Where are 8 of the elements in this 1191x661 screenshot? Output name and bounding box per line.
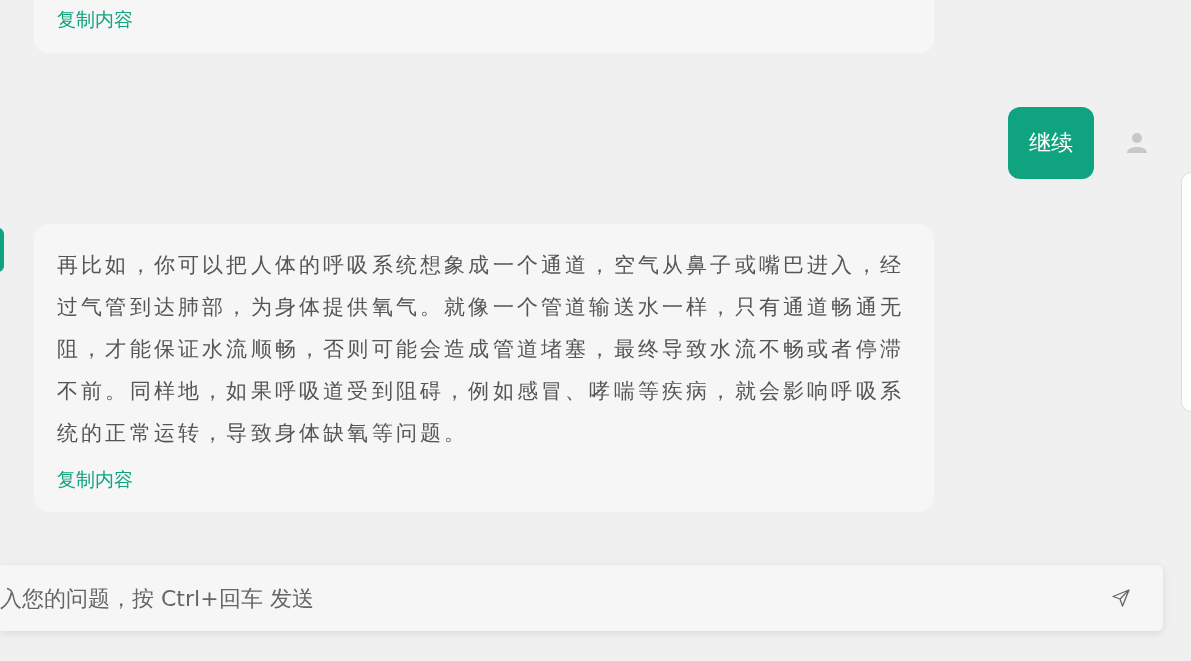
copy-link[interactable]: 复制内容 bbox=[57, 466, 133, 492]
send-icon[interactable] bbox=[1111, 588, 1131, 608]
person-icon bbox=[1125, 130, 1149, 154]
user-message: 继续 bbox=[1008, 107, 1094, 179]
question-field[interactable]: 入您的问题，按 Ctrl+回车 发送 bbox=[0, 565, 1163, 631]
answer-text: 再比如，你可以把人体的呼吸系统想象成一个通道，空气从鼻子或嘴巴进入，经过气管到达肺部，为身体提供氧气。就像一个管道输送水一样，只有通道畅通无阻，才能保证水流顺畅，否则可能会造成管道堵塞，最终导致水流不畅或者停滞不前。同样地，如果呼吸道受到阻碍，例如感冒、哮喘等疾病，就会影响呼吸系统的正常运转，导致身体缺氧等问题。 bbox=[57, 252, 905, 447]
question-input[interactable]: 入您的问题，按 Ctrl+回车 发送 bbox=[0, 585, 1111, 611]
copy-link[interactable]: 复制内容 bbox=[57, 6, 133, 32]
